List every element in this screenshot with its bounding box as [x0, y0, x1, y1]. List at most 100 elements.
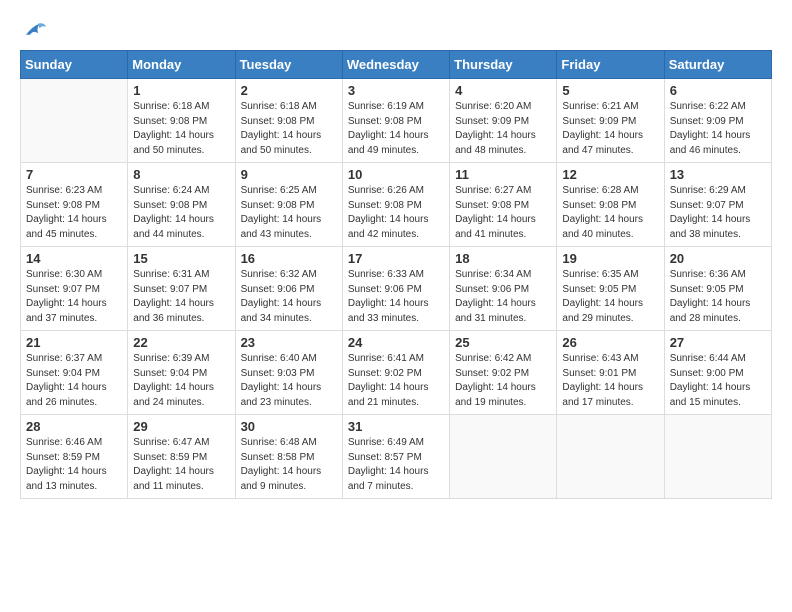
calendar-week-row: 7 Sunrise: 6:23 AMSunset: 9:08 PMDaylight…: [21, 163, 772, 247]
day-number: 27: [670, 335, 766, 350]
day-number: 4: [455, 83, 551, 98]
day-info: Sunrise: 6:34 AMSunset: 9:06 PMDaylight:…: [455, 268, 551, 326]
calendar-cell: 9 Sunrise: 6:25 AMSunset: 9:08 PMDaylight…: [235, 163, 342, 247]
calendar-week-row: 1 Sunrise: 6:18 AMSunset: 9:08 PMDaylight…: [21, 79, 772, 163]
calendar-cell: 25 Sunrise: 6:42 AMSunset: 9:02 PMDayligh…: [450, 331, 557, 415]
day-number: 1: [133, 83, 229, 98]
day-number: 15: [133, 251, 229, 266]
calendar-cell: 31 Sunrise: 6:49 AMSunset: 8:57 PMDayligh…: [342, 415, 449, 499]
day-number: 9: [241, 167, 337, 182]
day-number: 17: [348, 251, 444, 266]
day-number: 18: [455, 251, 551, 266]
day-info: Sunrise: 6:20 AMSunset: 9:09 PMDaylight:…: [455, 100, 551, 158]
day-number: 2: [241, 83, 337, 98]
day-info: Sunrise: 6:36 AMSunset: 9:05 PMDaylight:…: [670, 268, 766, 326]
day-number: 12: [562, 167, 658, 182]
col-header-friday: Friday: [557, 51, 664, 79]
calendar-cell: 22 Sunrise: 6:39 AMSunset: 9:04 PMDayligh…: [128, 331, 235, 415]
day-number: 10: [348, 167, 444, 182]
calendar-cell: 1 Sunrise: 6:18 AMSunset: 9:08 PMDaylight…: [128, 79, 235, 163]
day-info: Sunrise: 6:18 AMSunset: 9:08 PMDaylight:…: [133, 100, 229, 158]
calendar-cell: [450, 415, 557, 499]
day-number: 22: [133, 335, 229, 350]
day-info: Sunrise: 6:35 AMSunset: 9:05 PMDaylight:…: [562, 268, 658, 326]
day-info: Sunrise: 6:18 AMSunset: 9:08 PMDaylight:…: [241, 100, 337, 158]
day-info: Sunrise: 6:48 AMSunset: 8:58 PMDaylight:…: [241, 436, 337, 494]
day-info: Sunrise: 6:43 AMSunset: 9:01 PMDaylight:…: [562, 352, 658, 410]
col-header-sunday: Sunday: [21, 51, 128, 79]
day-info: Sunrise: 6:37 AMSunset: 9:04 PMDaylight:…: [26, 352, 122, 410]
calendar-cell: 11 Sunrise: 6:27 AMSunset: 9:08 PMDayligh…: [450, 163, 557, 247]
day-info: Sunrise: 6:24 AMSunset: 9:08 PMDaylight:…: [133, 184, 229, 242]
calendar-cell: 26 Sunrise: 6:43 AMSunset: 9:01 PMDayligh…: [557, 331, 664, 415]
calendar-cell: 14 Sunrise: 6:30 AMSunset: 9:07 PMDayligh…: [21, 247, 128, 331]
day-number: 30: [241, 419, 337, 434]
day-info: Sunrise: 6:21 AMSunset: 9:09 PMDaylight:…: [562, 100, 658, 158]
calendar-week-row: 28 Sunrise: 6:46 AMSunset: 8:59 PMDayligh…: [21, 415, 772, 499]
day-info: Sunrise: 6:40 AMSunset: 9:03 PMDaylight:…: [241, 352, 337, 410]
day-info: Sunrise: 6:39 AMSunset: 9:04 PMDaylight:…: [133, 352, 229, 410]
calendar-cell: 18 Sunrise: 6:34 AMSunset: 9:06 PMDayligh…: [450, 247, 557, 331]
calendar-cell: 16Sunrise: 6:32 AMSunset: 9:06 PMDayligh…: [235, 247, 342, 331]
day-info: Sunrise: 6:22 AMSunset: 9:09 PMDaylight:…: [670, 100, 766, 158]
calendar-cell: [557, 415, 664, 499]
day-info: Sunrise: 6:28 AMSunset: 9:08 PMDaylight:…: [562, 184, 658, 242]
calendar-cell: 17 Sunrise: 6:33 AMSunset: 9:06 PMDayligh…: [342, 247, 449, 331]
col-header-monday: Monday: [128, 51, 235, 79]
day-number: 26: [562, 335, 658, 350]
day-number: 8: [133, 167, 229, 182]
calendar-table: SundayMondayTuesdayWednesdayThursdayFrid…: [20, 50, 772, 499]
day-number: 6: [670, 83, 766, 98]
calendar-week-row: 14 Sunrise: 6:30 AMSunset: 9:07 PMDayligh…: [21, 247, 772, 331]
calendar-cell: 24 Sunrise: 6:41 AMSunset: 9:02 PMDayligh…: [342, 331, 449, 415]
calendar-cell: 8 Sunrise: 6:24 AMSunset: 9:08 PMDaylight…: [128, 163, 235, 247]
day-number: 3: [348, 83, 444, 98]
day-info: Sunrise: 6:33 AMSunset: 9:06 PMDaylight:…: [348, 268, 444, 326]
calendar-cell: 5Sunrise: 6:21 AMSunset: 9:09 PMDaylight…: [557, 79, 664, 163]
calendar-cell: [664, 415, 771, 499]
day-info: Sunrise: 6:42 AMSunset: 9:02 PMDaylight:…: [455, 352, 551, 410]
calendar-cell: 21 Sunrise: 6:37 AMSunset: 9:04 PMDayligh…: [21, 331, 128, 415]
day-info: Sunrise: 6:19 AMSunset: 9:08 PMDaylight:…: [348, 100, 444, 158]
day-number: 20: [670, 251, 766, 266]
day-number: 21: [26, 335, 122, 350]
calendar-cell: 3 Sunrise: 6:19 AMSunset: 9:08 PMDaylight…: [342, 79, 449, 163]
calendar-week-row: 21 Sunrise: 6:37 AMSunset: 9:04 PMDayligh…: [21, 331, 772, 415]
day-number: 24: [348, 335, 444, 350]
calendar-cell: 13 Sunrise: 6:29 AMSunset: 9:07 PMDayligh…: [664, 163, 771, 247]
day-number: 7: [26, 167, 122, 182]
day-info: Sunrise: 6:29 AMSunset: 9:07 PMDaylight:…: [670, 184, 766, 242]
day-info: Sunrise: 6:27 AMSunset: 9:08 PMDaylight:…: [455, 184, 551, 242]
logo: [20, 20, 46, 40]
day-number: 23: [241, 335, 337, 350]
day-info: Sunrise: 6:32 AMSunset: 9:06 PMDaylight:…: [241, 268, 337, 326]
calendar-cell: 23 Sunrise: 6:40 AMSunset: 9:03 PMDayligh…: [235, 331, 342, 415]
day-number: 28: [26, 419, 122, 434]
col-header-tuesday: Tuesday: [235, 51, 342, 79]
col-header-saturday: Saturday: [664, 51, 771, 79]
day-info: Sunrise: 6:46 AMSunset: 8:59 PMDaylight:…: [26, 436, 122, 494]
day-info: Sunrise: 6:41 AMSunset: 9:02 PMDaylight:…: [348, 352, 444, 410]
day-info: Sunrise: 6:26 AMSunset: 9:08 PMDaylight:…: [348, 184, 444, 242]
calendar-cell: 29Sunrise: 6:47 AMSunset: 8:59 PMDayligh…: [128, 415, 235, 499]
calendar-header-row: SundayMondayTuesdayWednesdayThursdayFrid…: [21, 51, 772, 79]
calendar-cell: [21, 79, 128, 163]
day-number: 25: [455, 335, 551, 350]
day-info: Sunrise: 6:49 AMSunset: 8:57 PMDaylight:…: [348, 436, 444, 494]
day-info: Sunrise: 6:30 AMSunset: 9:07 PMDaylight:…: [26, 268, 122, 326]
calendar-cell: 19Sunrise: 6:35 AMSunset: 9:05 PMDayligh…: [557, 247, 664, 331]
header: [20, 20, 772, 40]
calendar-cell: 2 Sunrise: 6:18 AMSunset: 9:08 PMDaylight…: [235, 79, 342, 163]
day-number: 13: [670, 167, 766, 182]
day-number: 29: [133, 419, 229, 434]
day-info: Sunrise: 6:44 AMSunset: 9:00 PMDaylight:…: [670, 352, 766, 410]
day-number: 14: [26, 251, 122, 266]
calendar-cell: 12 Sunrise: 6:28 AMSunset: 9:08 PMDayligh…: [557, 163, 664, 247]
calendar-cell: 30 Sunrise: 6:48 AMSunset: 8:58 PMDayligh…: [235, 415, 342, 499]
day-info: Sunrise: 6:23 AMSunset: 9:08 PMDaylight:…: [26, 184, 122, 242]
day-number: 31: [348, 419, 444, 434]
col-header-thursday: Thursday: [450, 51, 557, 79]
day-number: 11: [455, 167, 551, 182]
day-info: Sunrise: 6:25 AMSunset: 9:08 PMDaylight:…: [241, 184, 337, 242]
calendar-cell: 10 Sunrise: 6:26 AMSunset: 9:08 PMDayligh…: [342, 163, 449, 247]
